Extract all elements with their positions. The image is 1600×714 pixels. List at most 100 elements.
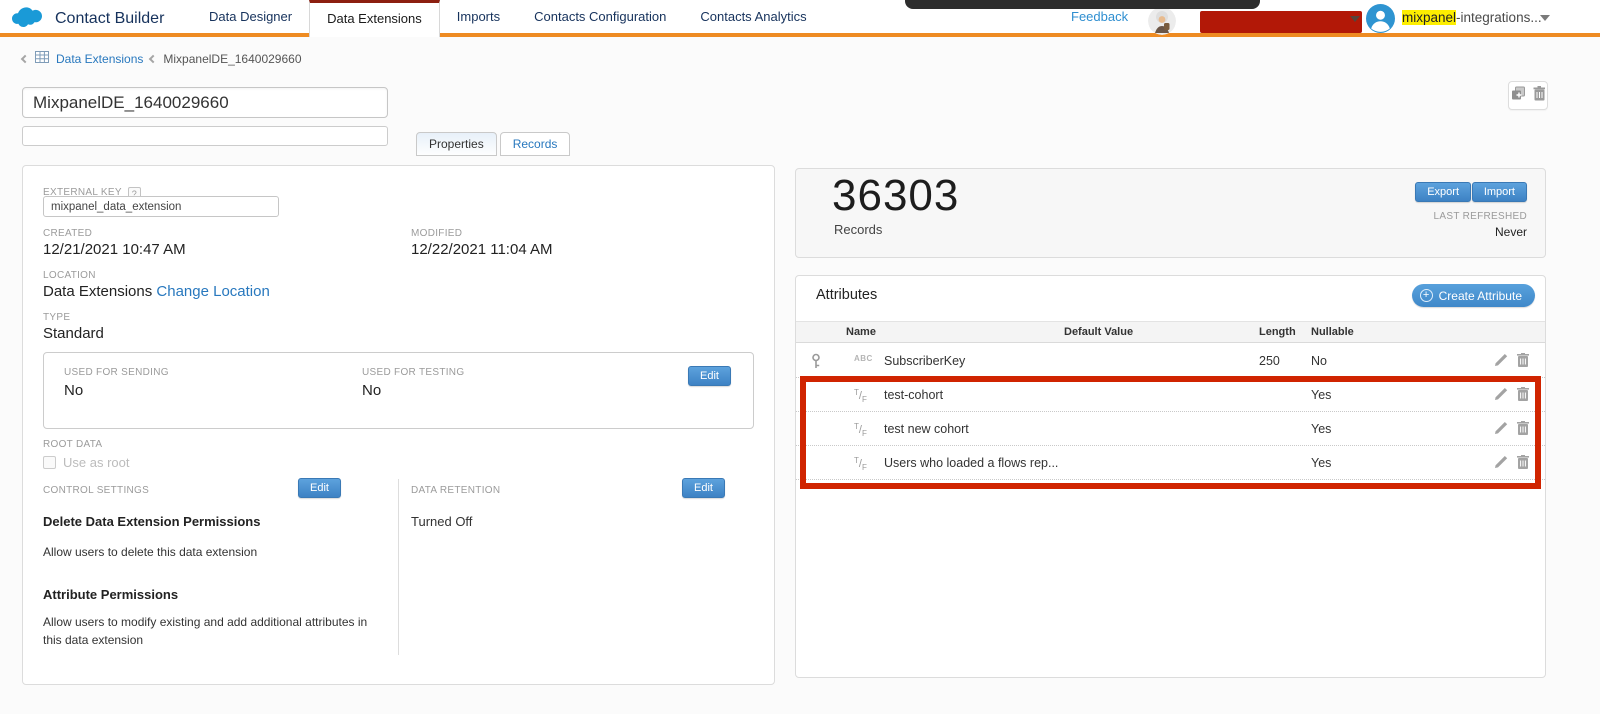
text-type-icon: ABC <box>854 354 873 363</box>
sending-settings-box: USED FOR SENDING No USED FOR TESTING No … <box>43 352 754 429</box>
data-extension-description-input[interactable] <box>22 126 388 146</box>
mascot-avatar[interactable] <box>1148 7 1176 35</box>
attributes-table-header: Name Default Value Length Nullable <box>796 321 1545 343</box>
location-value: Data Extensions <box>43 283 152 300</box>
root-data-label: ROOT DATA <box>43 439 102 450</box>
import-button[interactable]: Import <box>1472 182 1527 202</box>
main-nav-tabs: Data Designer Data Extensions Imports Co… <box>192 0 824 37</box>
data-retention-value: Turned Off <box>411 514 472 529</box>
use-as-root-checkbox[interactable] <box>43 456 56 469</box>
feedback-link[interactable]: Feedback <box>1071 9 1128 24</box>
delete-attribute-icon[interactable] <box>1517 421 1529 440</box>
nav-tab-contacts-configuration[interactable]: Contacts Configuration <box>517 0 683 37</box>
delete-button[interactable] <box>1533 86 1546 106</box>
delete-permissions-title: Delete Data Extension Permissions <box>43 514 260 529</box>
table-row-test-cohort[interactable]: T/F test-cohort Yes <box>796 378 1545 412</box>
edit-attribute-icon[interactable] <box>1494 455 1508 474</box>
username-rest: -integrations... <box>1456 10 1542 25</box>
use-as-root-label: Use as root <box>63 455 129 470</box>
used-for-sending-value: No <box>64 382 83 399</box>
location-row: Data Extensions Change Location <box>43 283 270 300</box>
delete-attribute-icon[interactable] <box>1517 455 1529 474</box>
attributes-panel: Attributes + Create Attribute Name Defau… <box>795 275 1546 678</box>
delete-attribute-icon[interactable] <box>1517 387 1529 406</box>
nav-tab-imports[interactable]: Imports <box>440 0 517 37</box>
user-menu[interactable]: mixpanel-integrations... <box>1402 10 1542 25</box>
attribute-name: Users who loaded a flows rep... <box>884 456 1058 470</box>
chevron-left-icon[interactable] <box>21 54 29 62</box>
username-highlight: mixpanel <box>1402 10 1456 25</box>
tab-records[interactable]: Records <box>500 132 571 156</box>
chevron-left-icon <box>149 54 157 62</box>
nav-tab-data-designer[interactable]: Data Designer <box>192 0 309 37</box>
used-for-testing-label: USED FOR TESTING <box>362 367 464 378</box>
edit-attribute-icon[interactable] <box>1494 421 1508 440</box>
created-value: 12/21/2021 10:47 AM <box>43 241 186 258</box>
use-as-root-row: Use as root <box>43 454 129 472</box>
primary-key-icon <box>811 353 821 374</box>
modified-value: 12/22/2021 11:04 AM <box>411 241 553 258</box>
create-attribute-button[interactable]: + Create Attribute <box>1412 284 1535 307</box>
column-length: Length <box>1259 326 1296 338</box>
table-row-subscriberkey[interactable]: ABC SubscriberKey 250 No <box>796 344 1545 378</box>
salesforce-cloud-icon <box>12 5 46 33</box>
export-button[interactable]: Export <box>1415 182 1471 202</box>
app-brand[interactable]: Contact Builder <box>12 5 164 33</box>
copy-button[interactable] <box>1511 86 1526 106</box>
attributes-title: Attributes <box>816 287 877 303</box>
data-retention-label: DATA RETENTION <box>411 485 500 496</box>
delete-attribute-icon[interactable] <box>1517 353 1529 372</box>
panel-divider <box>398 479 399 655</box>
attribute-name: test-cohort <box>884 388 943 402</box>
properties-panel: EXTERNAL KEY? CREATED 12/21/2021 10:47 A… <box>22 165 775 685</box>
attribute-name: test new cohort <box>884 422 969 436</box>
table-row-test-new-cohort[interactable]: T/F test new cohort Yes <box>796 412 1545 446</box>
edit-attribute-icon[interactable] <box>1494 353 1508 372</box>
external-key-input[interactable] <box>43 196 279 217</box>
table-row-users-who-loaded[interactable]: T/F Users who loaded a flows rep... Yes <box>796 446 1545 480</box>
nav-tab-data-extensions[interactable]: Data Extensions <box>309 0 440 37</box>
data-extension-name-input[interactable] <box>22 87 388 118</box>
attribute-nullable: Yes <box>1311 422 1331 436</box>
last-refreshed-label: LAST REFRESHED <box>1434 211 1527 222</box>
records-summary-panel: 36303 Records Export Import LAST REFRESH… <box>795 168 1546 258</box>
modified-label: MODIFIED <box>411 228 462 239</box>
tab-properties[interactable]: Properties <box>416 132 497 156</box>
control-settings-label: CONTROL SETTINGS <box>43 485 149 496</box>
used-for-testing-value: No <box>362 382 381 399</box>
edit-sending-button[interactable]: Edit <box>688 366 731 386</box>
edit-control-settings-button[interactable]: Edit <box>298 478 341 498</box>
redaction-bar-red <box>1200 11 1362 33</box>
location-label: LOCATION <box>43 270 96 281</box>
boolean-type-icon: T/F <box>854 388 867 404</box>
edit-data-retention-button[interactable]: Edit <box>682 478 725 498</box>
header-action-buttons <box>1508 81 1548 110</box>
plus-icon: + <box>1420 289 1433 302</box>
breadcrumb: Data Extensions MixpanelDE_1640029660 <box>22 51 302 66</box>
edit-attribute-icon[interactable] <box>1494 387 1508 406</box>
attribute-permissions-desc: Allow users to modify existing and add a… <box>43 613 373 649</box>
last-refreshed-value: Never <box>1495 225 1527 239</box>
record-count: 36303 <box>832 171 959 221</box>
breadcrumb-current: MixpanelDE_1640029660 <box>163 52 301 66</box>
type-label: TYPE <box>43 312 70 323</box>
user-dropdown-caret-icon[interactable] <box>1540 15 1550 21</box>
attribute-length: 250 <box>1259 354 1280 368</box>
change-location-link[interactable]: Change Location <box>156 283 269 300</box>
boolean-type-icon: T/F <box>854 422 867 438</box>
create-attribute-label: Create Attribute <box>1439 289 1522 303</box>
column-name: Name <box>846 326 876 338</box>
column-nullable: Nullable <box>1311 326 1354 338</box>
attribute-nullable: No <box>1311 354 1327 368</box>
column-default-value: Default Value <box>1064 326 1133 338</box>
user-avatar[interactable] <box>1366 4 1395 33</box>
used-for-sending-label: USED FOR SENDING <box>64 367 169 378</box>
attributes-table-body: ABC SubscriberKey 250 No T/F test-cohort… <box>796 344 1545 480</box>
attribute-nullable: Yes <box>1311 388 1331 402</box>
breadcrumb-data-extensions-link[interactable]: Data Extensions <box>56 52 143 66</box>
records-label: Records <box>834 222 882 237</box>
nav-tab-contacts-analytics[interactable]: Contacts Analytics <box>683 0 823 37</box>
org-dropdown-caret-icon[interactable] <box>1350 16 1360 22</box>
type-value: Standard <box>43 325 104 342</box>
top-nav: Contact Builder Data Designer Data Exten… <box>0 0 1600 37</box>
